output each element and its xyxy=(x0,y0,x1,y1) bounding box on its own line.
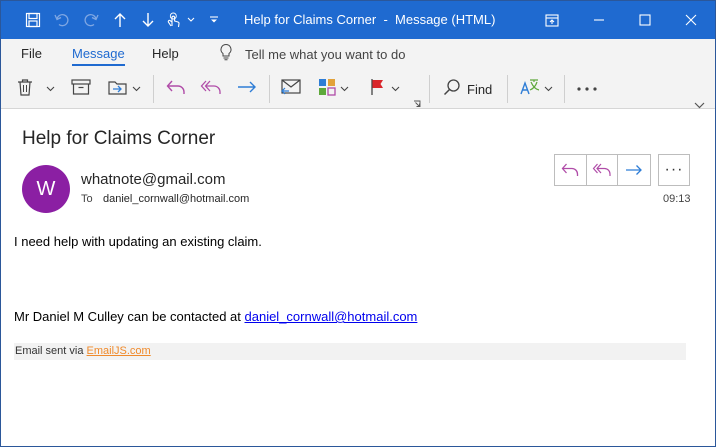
toolbar-separator xyxy=(507,75,508,103)
email-footer: Email sent via EmailJS.com xyxy=(14,343,686,360)
delete-dropdown-icon[interactable] xyxy=(46,77,55,101)
title-bar: Help for Claims Corner - Message (HTML) xyxy=(1,1,715,39)
archive-button[interactable] xyxy=(70,77,92,101)
reply-button[interactable] xyxy=(165,77,187,101)
received-time: 09:13 xyxy=(663,193,691,205)
save-icon[interactable] xyxy=(19,1,47,39)
archive-icon xyxy=(70,77,92,102)
translate-icon xyxy=(519,77,541,102)
reply-all-button[interactable] xyxy=(200,77,222,101)
body-line-1: I need help with updating an existing cl… xyxy=(14,234,262,249)
quick-reply-button[interactable] xyxy=(555,155,587,185)
toolbar-separator xyxy=(153,75,154,103)
translate-button[interactable] xyxy=(519,77,553,101)
forward-button[interactable] xyxy=(236,77,258,101)
outlook-message-window: Help for Claims Corner - Message (HTML) … xyxy=(0,0,716,447)
delete-button[interactable] xyxy=(15,77,35,101)
find-button[interactable]: Find xyxy=(443,77,492,101)
redo-icon[interactable] xyxy=(78,1,104,39)
message-subject: Help for Claims Corner xyxy=(22,128,216,149)
categorize-button[interactable] xyxy=(317,77,349,101)
tab-help[interactable]: Help xyxy=(152,46,179,61)
recipient-address[interactable]: daniel_cornwall@hotmail.com xyxy=(103,193,249,205)
move-button[interactable] xyxy=(107,77,141,101)
more-actions-button[interactable]: ··· xyxy=(658,154,690,186)
toolbar-separator xyxy=(429,75,430,103)
more-commands-icon xyxy=(577,87,597,91)
reply-all-icon xyxy=(592,163,611,176)
forward-icon xyxy=(236,77,258,102)
next-item-icon[interactable] xyxy=(136,1,160,39)
body-contact-line: Mr Daniel M Culley can be contacted at d… xyxy=(14,309,417,324)
translate-dropdown-icon[interactable] xyxy=(544,86,553,92)
emailjs-link[interactable]: EmailJS.com xyxy=(87,345,151,357)
toolbar-separator xyxy=(269,75,270,103)
flag-icon xyxy=(369,77,387,102)
previous-item-icon[interactable] xyxy=(108,1,132,39)
tell-me-search[interactable]: Tell me what you want to do xyxy=(219,43,405,66)
tell-me-placeholder: Tell me what you want to do xyxy=(245,47,406,62)
move-to-folder-icon xyxy=(107,77,129,102)
follow-up-button[interactable] xyxy=(369,77,400,101)
footer-text: Email sent via xyxy=(15,345,87,357)
ribbon-expand-icon[interactable] xyxy=(694,96,705,114)
more-commands-button[interactable] xyxy=(576,77,598,101)
active-tab-indicator xyxy=(72,64,125,66)
reply-all-icon xyxy=(200,77,222,102)
toolbar-separator xyxy=(564,75,565,103)
find-label: Find xyxy=(467,81,493,97)
trash-icon xyxy=(15,77,35,102)
forward-icon xyxy=(626,165,643,175)
reply-icon xyxy=(165,77,187,102)
ribbon-display-options-icon[interactable] xyxy=(529,1,575,39)
tags-dialog-launcher-icon[interactable] xyxy=(413,95,421,113)
close-button[interactable] xyxy=(668,1,714,39)
minimize-button[interactable] xyxy=(576,1,622,39)
envelope-arrow-icon xyxy=(280,77,302,102)
move-dropdown-icon[interactable] xyxy=(132,86,141,92)
touch-mode-dropdown-icon[interactable] xyxy=(185,1,197,39)
avatar[interactable]: W xyxy=(22,165,70,213)
quick-forward-button[interactable] xyxy=(618,155,650,185)
sender-address[interactable]: whatnote@gmail.com xyxy=(81,171,225,188)
undo-icon[interactable] xyxy=(49,1,75,39)
categorize-dropdown-icon[interactable] xyxy=(340,86,349,92)
categorize-icon xyxy=(317,77,337,102)
search-icon xyxy=(443,78,461,101)
tab-message[interactable]: Message xyxy=(72,46,125,61)
touch-mode-icon[interactable] xyxy=(163,1,185,39)
quick-actions xyxy=(554,154,651,186)
quick-reply-all-button[interactable] xyxy=(587,155,619,185)
to-label: To xyxy=(81,193,93,205)
tab-file[interactable]: File xyxy=(21,46,42,61)
window-title: Help for Claims Corner - Message (HTML) xyxy=(244,12,496,27)
maximize-button[interactable] xyxy=(622,1,668,39)
move-to-button[interactable] xyxy=(280,77,302,101)
lightbulb-icon xyxy=(219,43,233,66)
follow-up-dropdown-icon[interactable] xyxy=(391,86,400,92)
ribbon-toolbar: Find xyxy=(1,69,715,109)
ribbon-tabs: File Message Help Tell me what you want … xyxy=(1,39,715,69)
customize-toolbar-icon[interactable] xyxy=(205,1,223,39)
contact-email-link[interactable]: daniel_cornwall@hotmail.com xyxy=(245,309,418,324)
reply-icon xyxy=(561,163,579,176)
body-contact-text: Mr Daniel M Culley can be contacted at xyxy=(14,309,245,324)
